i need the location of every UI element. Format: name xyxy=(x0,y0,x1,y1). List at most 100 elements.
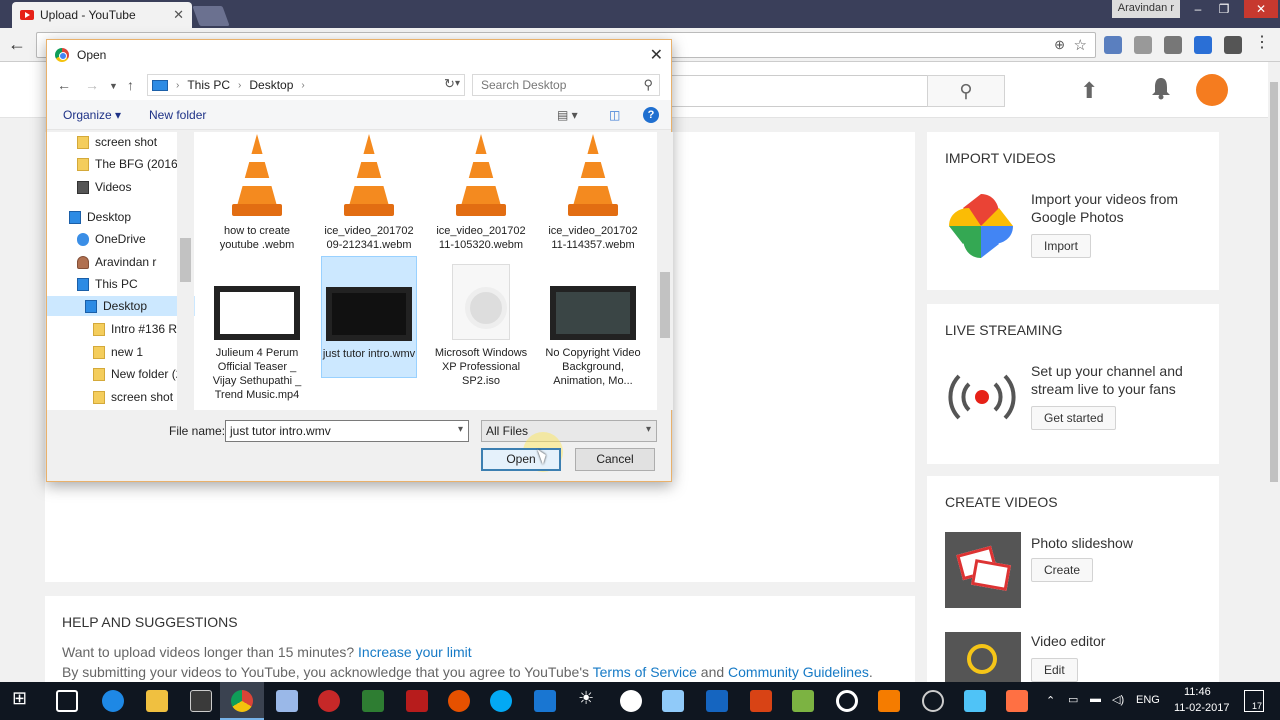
tree-item[interactable]: new 1 xyxy=(93,342,143,362)
bookmark-star-icon[interactable]: ☆ xyxy=(1074,36,1087,54)
virtualbox-icon[interactable] xyxy=(276,690,298,712)
chevron-right-icon[interactable]: › xyxy=(176,80,179,91)
clock-time[interactable]: 11:46 xyxy=(1184,686,1211,698)
tree-item[interactable]: Desktop xyxy=(69,207,131,227)
file-item[interactable]: Julieum 4 Perum Official Teaser _ Vijay … xyxy=(209,286,305,402)
vlc-taskbar-icon[interactable] xyxy=(878,690,900,712)
browser-tab[interactable]: Upload - YouTube ✕ xyxy=(12,2,192,28)
search-desktop-input[interactable]: Search Desktop ⚲ xyxy=(472,74,660,96)
file-item[interactable]: No Copyright Video Background, Animation… xyxy=(545,286,641,388)
import-button[interactable]: Import xyxy=(1031,234,1092,258)
tree-scrollbar[interactable] xyxy=(177,132,194,410)
preview-pane-icon[interactable]: ◫ xyxy=(609,108,620,122)
tree-item[interactable]: screen shot xyxy=(77,132,157,152)
store-icon[interactable] xyxy=(190,690,212,712)
youtube-search-input[interactable] xyxy=(660,75,928,107)
back-arrow-icon[interactable]: ← xyxy=(57,77,71,93)
chevron-down-icon[interactable]: ▾ xyxy=(458,424,463,435)
terms-of-service-link[interactable]: Terms of Service xyxy=(593,664,697,680)
extension-pin-icon[interactable] xyxy=(1134,36,1152,54)
extension-eye-icon[interactable] xyxy=(1104,36,1122,54)
chrome-taskbar-icon[interactable] xyxy=(231,690,253,712)
file-list-scrollbar-thumb[interactable] xyxy=(660,272,670,338)
window-close-icon[interactable]: ✕ xyxy=(1244,0,1278,18)
file-item[interactable]: ice_video_201702 09-212341.webm xyxy=(321,134,417,252)
file-name-input[interactable]: just tutor intro.wmv ▾ xyxy=(225,420,469,442)
file-item[interactable]: how to create youtube .webm xyxy=(209,134,305,252)
restore-icon[interactable]: ❐ xyxy=(1212,0,1236,18)
chevron-down-icon[interactable]: ▾ xyxy=(646,424,651,435)
organize-button[interactable]: Organize ▾ xyxy=(63,108,121,122)
chevron-right-icon[interactable]: › xyxy=(238,80,241,91)
breadcrumb-desktop[interactable]: Desktop xyxy=(249,78,293,92)
page-scrollbar[interactable] xyxy=(1268,62,1280,682)
dialog-close-icon[interactable]: ✕ xyxy=(650,45,663,65)
file-item-selected[interactable]: just tutor intro.wmv xyxy=(321,256,417,378)
language-indicator[interactable]: ENG xyxy=(1136,694,1160,706)
extension-edit-icon[interactable] xyxy=(1224,36,1242,54)
open-button[interactable]: Open xyxy=(481,448,561,471)
create-slideshow-button[interactable]: Create xyxy=(1031,558,1094,582)
sync-icon[interactable] xyxy=(534,690,556,712)
tree-item-selected[interactable]: Desktop xyxy=(47,296,195,316)
word-icon[interactable] xyxy=(706,690,728,712)
file-item[interactable]: ice_video_201702 11-105320.webm xyxy=(433,134,529,252)
skype-icon[interactable] xyxy=(490,690,512,712)
tree-item[interactable]: The BFG (2016) [ xyxy=(77,154,188,174)
community-guidelines-link[interactable]: Community Guidelines xyxy=(728,664,869,680)
file-explorer-icon[interactable] xyxy=(146,690,168,712)
network-icon[interactable]: ▭ xyxy=(1068,693,1078,706)
tree-item[interactable]: screen shot xyxy=(93,387,173,407)
breadcrumb[interactable]: › This PC › Desktop › ▾ xyxy=(147,74,465,96)
minimize-icon[interactable]: – xyxy=(1186,0,1210,18)
chevron-right-icon[interactable]: › xyxy=(301,80,304,91)
forward-arrow-icon[interactable]: → xyxy=(85,77,99,93)
notification-bell-icon[interactable] xyxy=(1150,76,1172,100)
action-center-icon[interactable]: 17 xyxy=(1244,690,1264,712)
avatar[interactable] xyxy=(1196,74,1228,106)
tree-item[interactable]: This PC xyxy=(77,274,138,294)
edge-icon[interactable] xyxy=(102,690,124,712)
file-item[interactable]: ice_video_201702 11-114357.webm xyxy=(545,134,641,252)
get-started-button[interactable]: Get started xyxy=(1031,406,1117,430)
youtube-search-icon[interactable]: ⚲ xyxy=(927,75,1005,107)
back-icon[interactable]: ← xyxy=(8,34,26,55)
shield-icon[interactable] xyxy=(362,690,384,712)
new-tab-button[interactable] xyxy=(192,6,230,26)
tree-item[interactable]: OneDrive xyxy=(77,229,146,249)
cancel-button[interactable]: Cancel xyxy=(575,448,655,471)
app-green-icon[interactable] xyxy=(792,690,814,712)
powerpoint-icon[interactable] xyxy=(750,690,772,712)
volume-icon[interactable]: ◁) xyxy=(1112,693,1124,706)
app-blue-icon[interactable] xyxy=(662,690,684,712)
clock-date[interactable]: 11-02-2017 xyxy=(1174,702,1229,714)
firefox-icon[interactable] xyxy=(448,690,470,712)
tree-item[interactable]: Aravindan r xyxy=(77,252,156,272)
tree-item[interactable]: Intro #136 RK xyxy=(93,319,185,339)
up-arrow-icon[interactable]: ↑ xyxy=(127,77,134,93)
tree-item[interactable]: New folder (2 xyxy=(93,364,182,384)
edit-video-button[interactable]: Edit xyxy=(1031,658,1078,682)
brightness-icon[interactable]: ☀ xyxy=(578,688,600,710)
tree-item[interactable]: Videos xyxy=(77,177,131,197)
extension-grid-icon[interactable] xyxy=(1194,36,1212,54)
file-type-select[interactable]: All Files ▾ xyxy=(481,420,657,442)
xbox-icon[interactable] xyxy=(620,690,642,712)
tray-chevron-up-icon[interactable]: ⌃ xyxy=(1046,694,1055,707)
change-view-icon[interactable]: ▤ ▾ xyxy=(557,108,578,122)
recent-locations-icon[interactable]: ▼ xyxy=(109,81,118,91)
app-red-icon[interactable] xyxy=(318,690,340,712)
app-dial-icon[interactable] xyxy=(922,690,944,712)
profile-name[interactable]: Aravindan r xyxy=(1111,0,1180,18)
page-scrollbar-thumb[interactable] xyxy=(1270,82,1278,482)
recorder-icon[interactable] xyxy=(1006,690,1028,712)
chevron-down-icon[interactable]: ▾ xyxy=(455,78,460,89)
file-list-scrollbar[interactable] xyxy=(657,132,673,410)
windows-start-icon[interactable]: ⊞ xyxy=(12,688,34,710)
help-icon[interactable]: ? xyxy=(643,107,659,123)
app-circle-icon[interactable] xyxy=(836,690,858,712)
breadcrumb-this-pc[interactable]: This PC xyxy=(187,78,230,92)
battery-icon[interactable]: ▬ xyxy=(1090,693,1101,705)
tree-scrollbar-thumb[interactable] xyxy=(180,238,191,282)
upload-icon[interactable]: ⬆ xyxy=(1080,78,1098,104)
